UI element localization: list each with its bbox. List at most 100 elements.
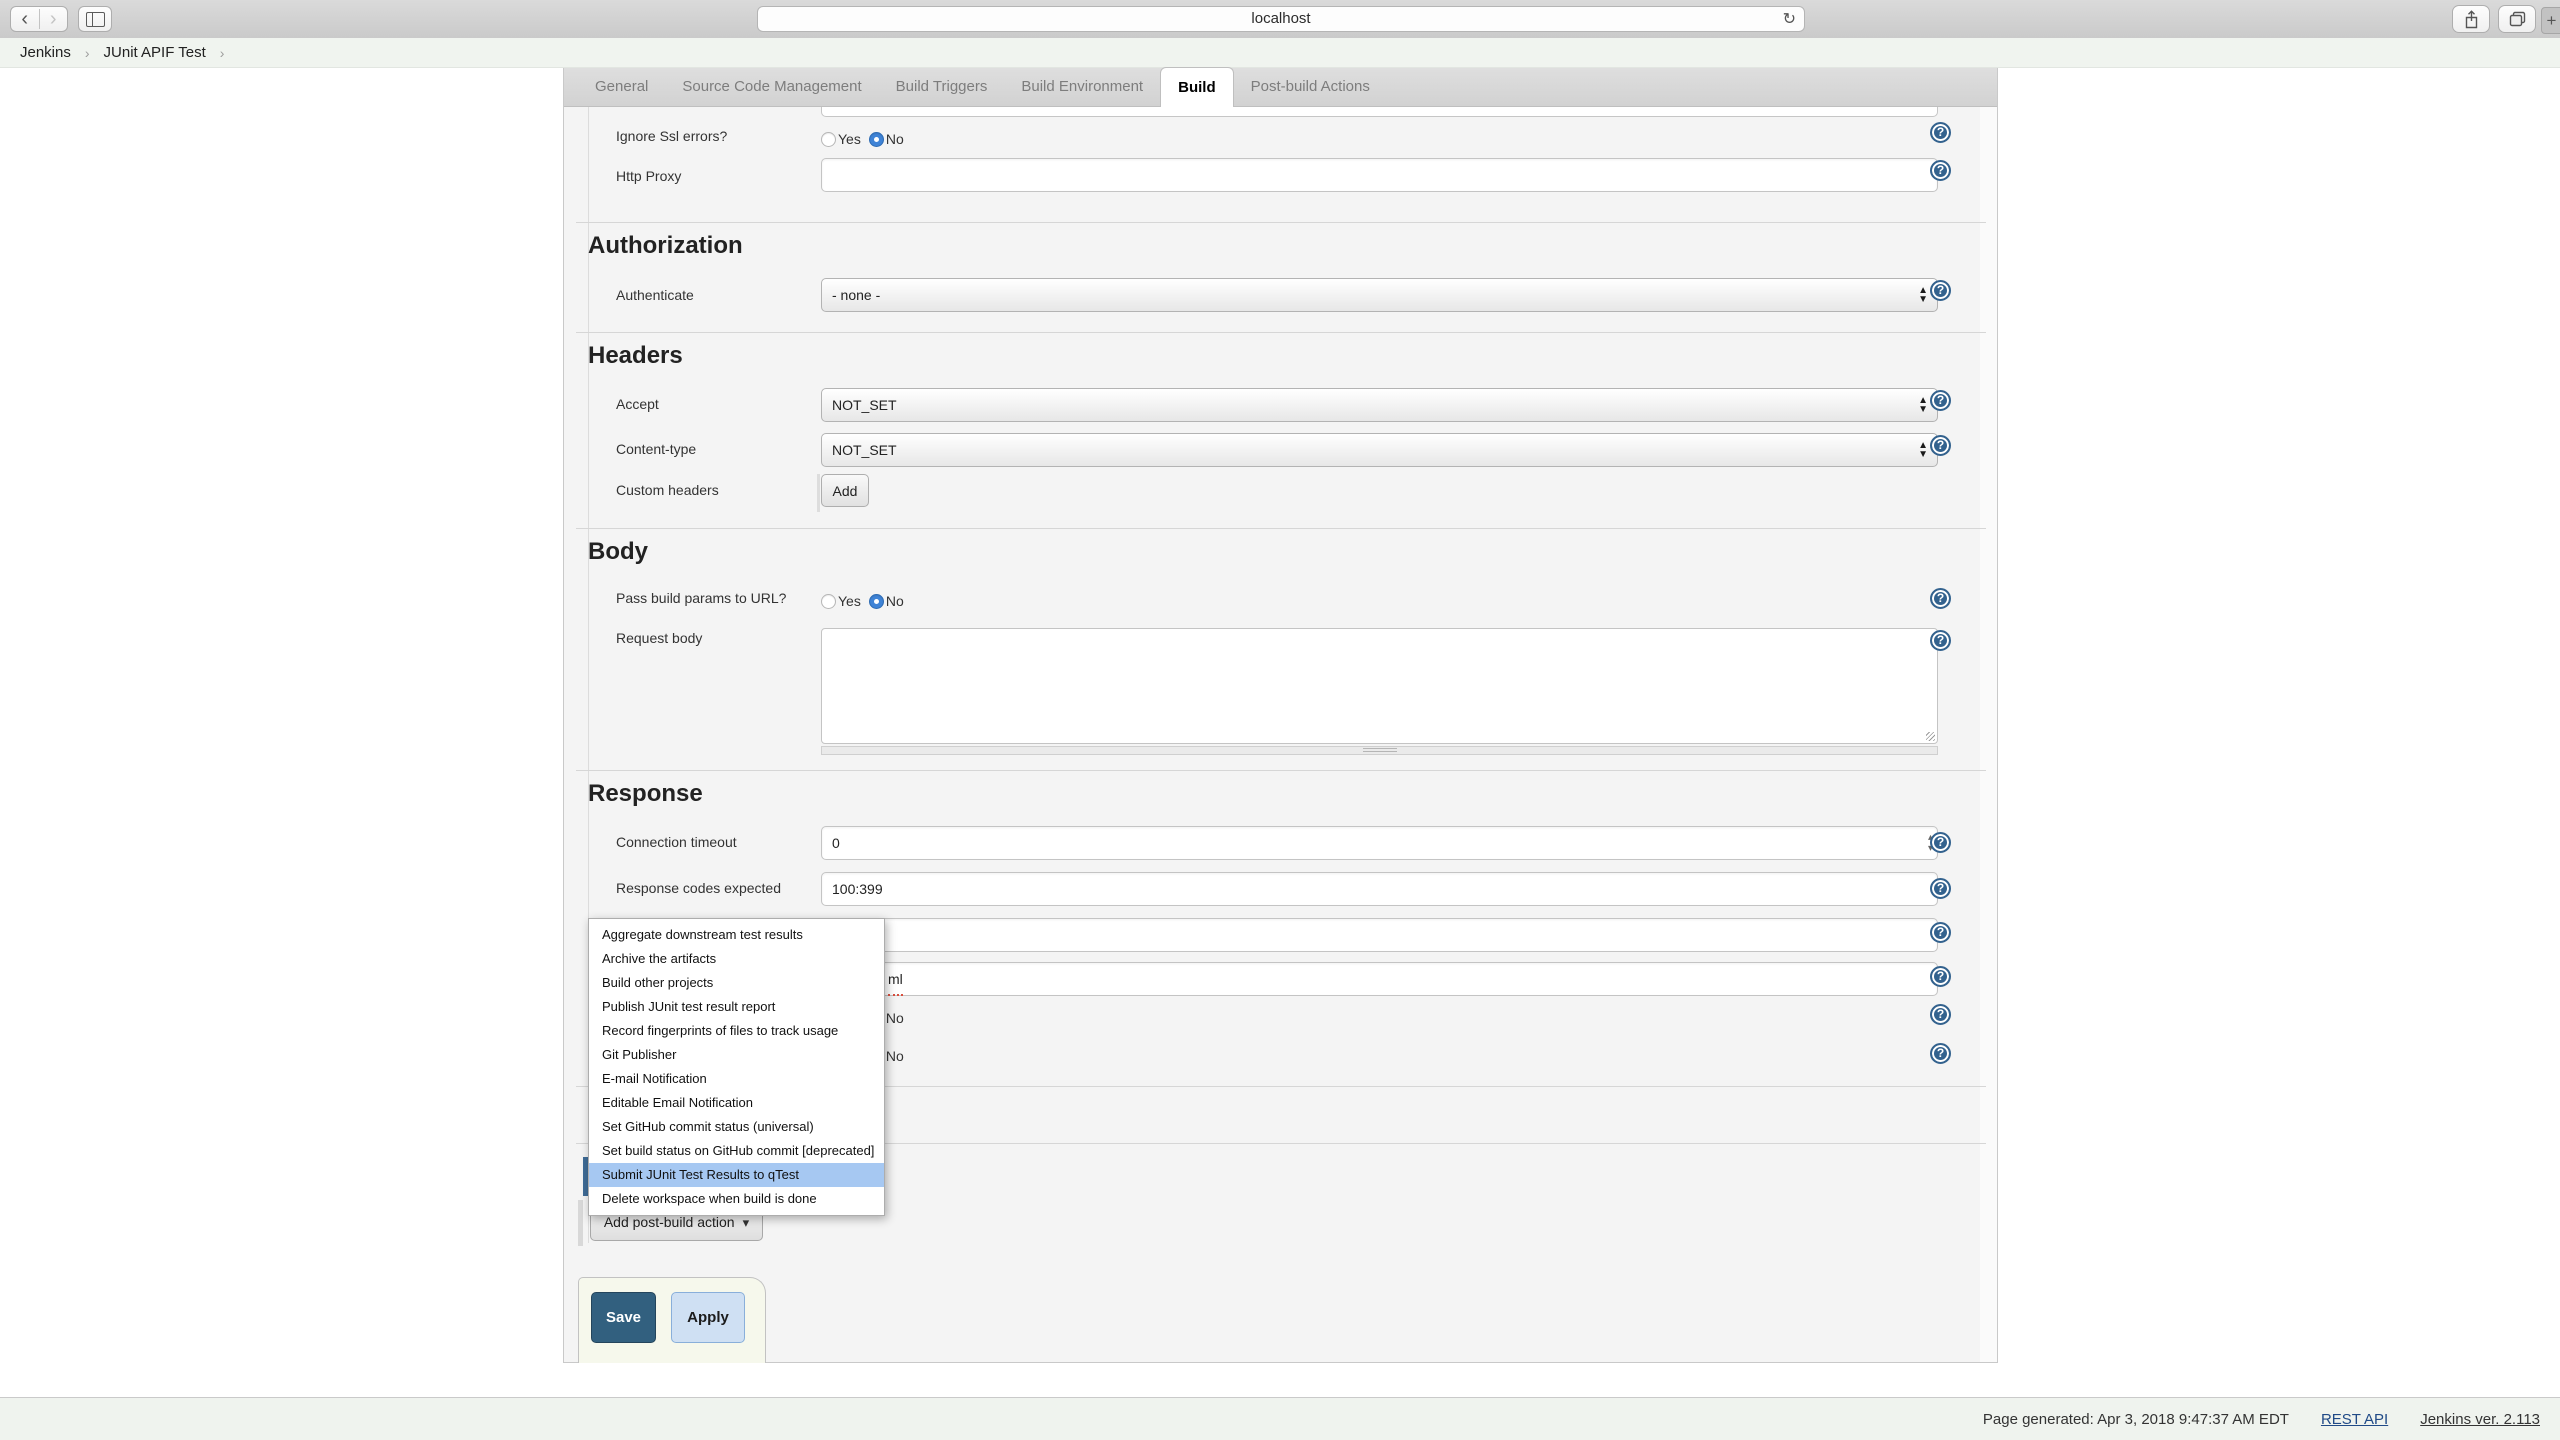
- apply-button[interactable]: Apply: [671, 1292, 745, 1343]
- forward-icon[interactable]: [40, 9, 68, 29]
- help-icon[interactable]: [1930, 1004, 1951, 1025]
- help-icon[interactable]: [1930, 630, 1951, 651]
- ignore-ssl-label: Ignore Ssl errors?: [616, 128, 816, 144]
- textarea-drag-handle[interactable]: [821, 746, 1938, 755]
- breadcrumb-item[interactable]: JUnit APIF Test: [104, 44, 239, 61]
- config-tab[interactable]: Post-build Actions: [1234, 68, 1387, 106]
- menu-item[interactable]: Submit JUnit Test Results to qTest: [589, 1163, 884, 1187]
- content-type-select[interactable]: NOT_SET: [821, 433, 1938, 467]
- url-input-bottom-sliver[interactable]: [821, 107, 1938, 117]
- section-divider: [576, 770, 1986, 771]
- menu-item[interactable]: Publish JUnit test result report: [589, 995, 884, 1019]
- response-codes-input[interactable]: [821, 872, 1938, 906]
- sidebar-button[interactable]: [78, 6, 112, 32]
- authorization-heading: Authorization: [588, 232, 743, 260]
- help-icon[interactable]: [1930, 122, 1951, 143]
- connection-timeout-input[interactable]: [821, 826, 1938, 860]
- help-icon[interactable]: [1930, 280, 1951, 301]
- help-icon[interactable]: [1930, 878, 1951, 899]
- obscured-no-label: No: [886, 1010, 904, 1026]
- help-icon[interactable]: [1930, 160, 1951, 181]
- jenkins-version-link[interactable]: Jenkins ver. 2.113: [2420, 1411, 2540, 1428]
- share-button[interactable]: [2452, 5, 2490, 33]
- config-tab[interactable]: Build Environment: [1004, 68, 1160, 106]
- save-button[interactable]: Save: [591, 1292, 656, 1343]
- page-generated-text: Page generated: Apr 3, 2018 9:47:37 AM E…: [1983, 1411, 2289, 1428]
- body-heading: Body: [588, 538, 648, 566]
- url-text: localhost: [758, 7, 1804, 31]
- obscured-xml-input[interactable]: ml: [821, 962, 1938, 996]
- address-bar[interactable]: localhost: [757, 6, 1805, 32]
- help-icon[interactable]: [1930, 966, 1951, 987]
- help-icon[interactable]: [1930, 1043, 1951, 1064]
- sidebar-icon: [86, 12, 105, 27]
- authenticate-value: - none -: [832, 287, 880, 303]
- menu-item[interactable]: Archive the artifacts: [589, 947, 884, 971]
- help-icon[interactable]: [1930, 922, 1951, 943]
- insertion-marker: [578, 1200, 583, 1246]
- accept-select[interactable]: NOT_SET: [821, 388, 1938, 422]
- pass-params-no-radio[interactable]: [869, 594, 884, 609]
- menu-item[interactable]: Editable Email Notification: [589, 1091, 884, 1115]
- section-divider: [576, 332, 1986, 333]
- accept-label: Accept: [616, 396, 816, 412]
- resize-corner-icon[interactable]: [1926, 732, 1935, 741]
- accept-value: NOT_SET: [832, 397, 897, 413]
- pass-params-no-label: No: [886, 593, 904, 609]
- help-icon[interactable]: [1930, 390, 1951, 411]
- request-body-label: Request body: [616, 630, 816, 646]
- pass-params-yes-label: Yes: [838, 593, 861, 609]
- config-tabbar: GeneralSource Code ManagementBuild Trigg…: [564, 68, 1997, 107]
- config-tab[interactable]: Build: [1160, 67, 1234, 107]
- section-divider: [576, 528, 1986, 529]
- share-icon: [2464, 10, 2479, 29]
- tabs-icon: [2509, 11, 2526, 27]
- add-post-build-action-label: Add post-build action: [604, 1214, 735, 1230]
- config-tab[interactable]: Build Triggers: [879, 68, 1005, 106]
- new-tab-button[interactable]: [2541, 7, 2560, 34]
- menu-item[interactable]: Git Publisher: [589, 1043, 884, 1067]
- pass-params-label: Pass build params to URL?: [616, 590, 846, 606]
- browser-toolbar: localhost: [0, 0, 2560, 39]
- back-icon[interactable]: [11, 9, 40, 29]
- http-proxy-input[interactable]: [821, 158, 1938, 192]
- authenticate-label: Authenticate: [616, 287, 816, 303]
- request-body-textarea[interactable]: [821, 628, 1938, 744]
- menu-item[interactable]: Set GitHub commit status (universal): [589, 1115, 884, 1139]
- rest-api-link[interactable]: REST API: [2321, 1411, 2388, 1428]
- content-type-value: NOT_SET: [832, 442, 897, 458]
- content-type-label: Content-type: [616, 441, 816, 457]
- menu-item[interactable]: Set build status on GitHub commit [depre…: [589, 1139, 884, 1163]
- screen: localhost JenkinsJUnit APIF Test General…: [0, 0, 2560, 1440]
- config-tab[interactable]: General: [578, 68, 665, 106]
- ignore-ssl-yes-radio[interactable]: [821, 132, 836, 147]
- ignore-ssl-no-radio[interactable]: [869, 132, 884, 147]
- reload-icon[interactable]: [1783, 9, 1796, 29]
- select-arrows-icon: [1918, 441, 1928, 459]
- obscured-text-input[interactable]: [821, 918, 1938, 952]
- breadcrumb-item[interactable]: Jenkins: [20, 44, 104, 61]
- tab-overview-button[interactable]: [2498, 5, 2536, 33]
- help-icon[interactable]: [1930, 435, 1951, 456]
- bottom-action-bar: Save Apply: [578, 1277, 766, 1363]
- select-arrows-icon: [1918, 396, 1928, 414]
- menu-item[interactable]: E-mail Notification: [589, 1067, 884, 1091]
- insertion-marker: [817, 474, 820, 512]
- response-codes-label: Response codes expected: [616, 880, 816, 896]
- http-proxy-label: Http Proxy: [616, 168, 816, 184]
- add-header-button[interactable]: Add: [821, 474, 869, 507]
- pass-params-radios: Yes No: [821, 593, 904, 609]
- authenticate-select[interactable]: - none -: [821, 278, 1938, 312]
- connection-timeout-label: Connection timeout: [616, 834, 816, 850]
- help-icon[interactable]: [1930, 832, 1951, 853]
- pass-params-yes-radio[interactable]: [821, 594, 836, 609]
- xml-path-fragment: ml: [888, 964, 903, 996]
- config-tab[interactable]: Source Code Management: [665, 68, 878, 106]
- menu-item[interactable]: Aggregate downstream test results: [589, 923, 884, 947]
- menu-item[interactable]: Record fingerprints of files to track us…: [589, 1019, 884, 1043]
- section-divider: [576, 222, 1986, 223]
- help-icon[interactable]: [1930, 588, 1951, 609]
- menu-item[interactable]: Build other projects: [589, 971, 884, 995]
- custom-headers-label: Custom headers: [616, 482, 816, 498]
- menu-item[interactable]: Delete workspace when build is done: [589, 1187, 884, 1211]
